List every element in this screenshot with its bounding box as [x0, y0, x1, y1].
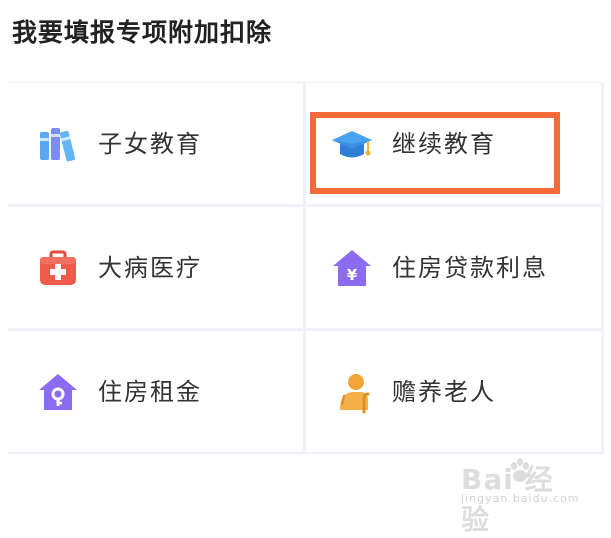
- medical-kit-icon: [36, 246, 80, 290]
- deduction-item-elderly-support[interactable]: 赡养老人: [306, 331, 601, 452]
- deduction-item-label: 住房贷款利息: [392, 253, 548, 282]
- deduction-item-label: 住房租金: [98, 377, 202, 406]
- house-key-icon: [36, 370, 80, 414]
- paw-icon: [509, 456, 531, 486]
- baidu-jingyan-watermark: Bai 经验 jingyan.baidu.com: [461, 456, 580, 536]
- deduction-item-continuing-education[interactable]: 继续教育: [306, 83, 601, 204]
- deduction-item-label: 大病医疗: [98, 253, 202, 282]
- page-title: 我要填报专项附加扣除: [12, 18, 273, 47]
- house-yuan-icon: ¥: [330, 246, 374, 290]
- deduction-item-label: 子女教育: [98, 129, 202, 158]
- deduction-item-label: 赡养老人: [392, 377, 496, 406]
- deduction-grid: 子女教育 继续教育 大病医疗 ¥ 住房贷款利息 住房租金 赡养老人: [8, 82, 604, 454]
- deduction-item-children-education[interactable]: 子女教育: [8, 83, 303, 204]
- watermark-site: jingyan.baidu.com: [461, 492, 580, 505]
- deduction-item-serious-illness-medical[interactable]: 大病医疗: [8, 207, 303, 328]
- deduction-item-housing-loan-interest[interactable]: ¥ 住房贷款利息: [306, 207, 601, 328]
- books-icon: [36, 122, 80, 166]
- elderly-person-icon: [330, 370, 374, 414]
- graduation-cap-icon: [330, 122, 374, 166]
- deduction-item-label: 继续教育: [392, 129, 496, 158]
- svg-text:¥: ¥: [347, 266, 358, 284]
- deduction-item-housing-rent[interactable]: 住房租金: [8, 331, 303, 452]
